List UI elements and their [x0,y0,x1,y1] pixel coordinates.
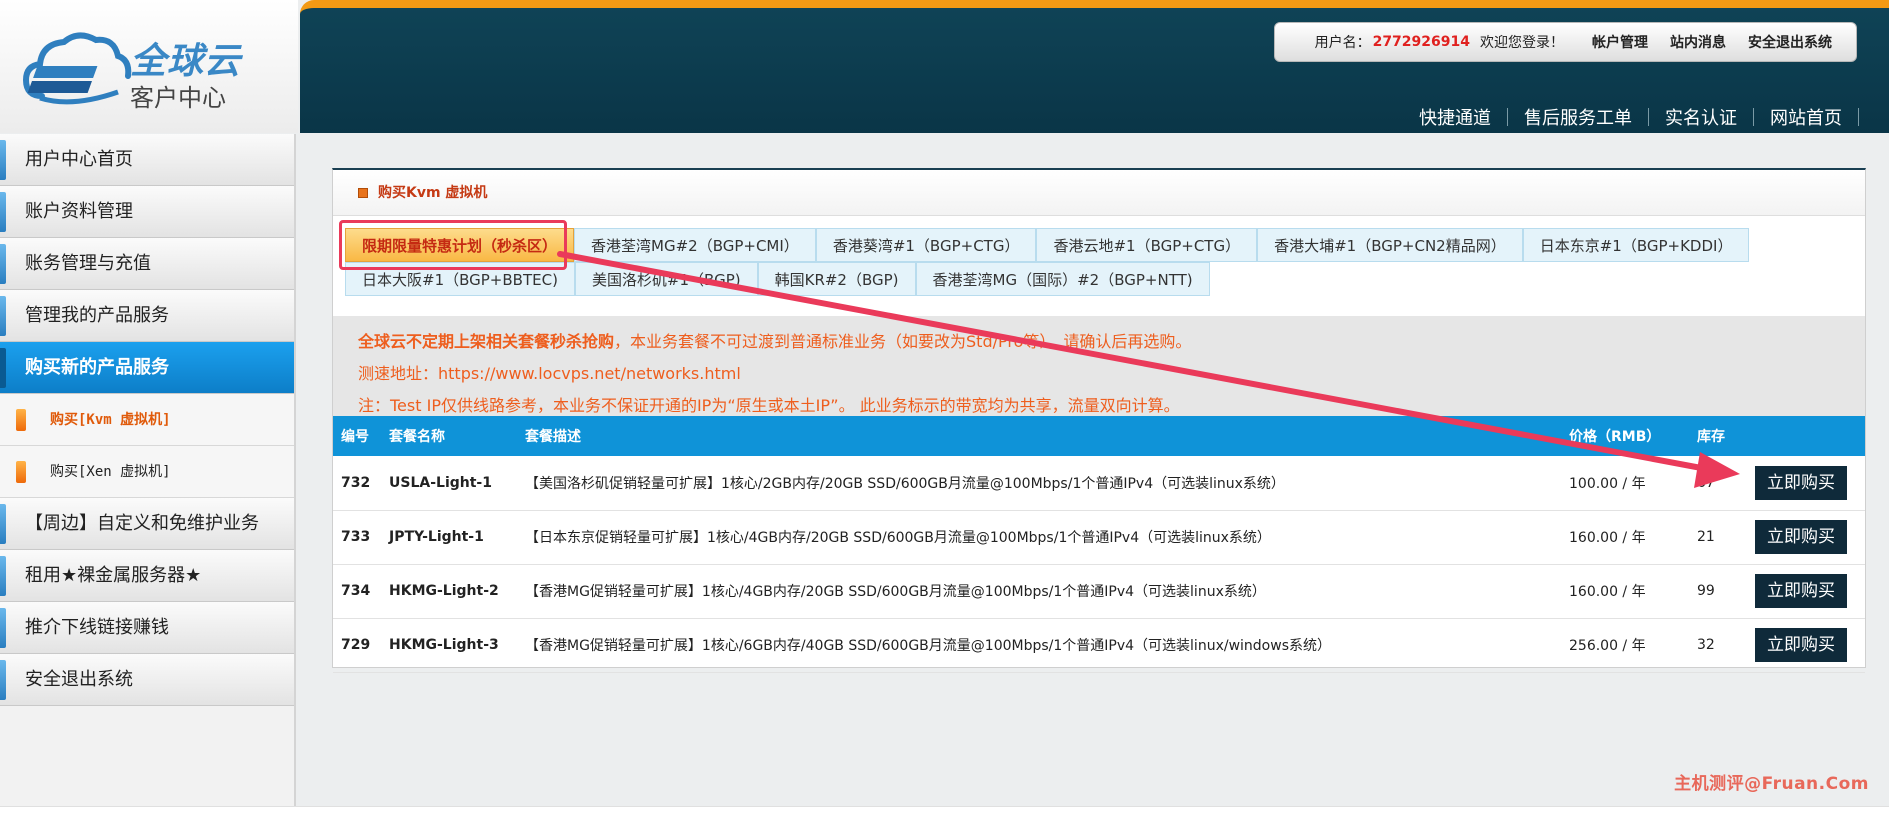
buy-now-button[interactable]: 立即购买 [1755,574,1847,608]
col-id: 编号 [341,429,369,445]
tab-hk-kwaiwan-1[interactable]: 香港葵湾#1（BGP+CTG） [815,228,1037,262]
tab-flash-sale[interactable]: 限期限量特惠计划（秒杀区） [345,228,575,262]
row-price: 160.00 / 年 [1561,564,1689,619]
brand-title: 全球云 [130,41,242,82]
row-desc: 【美国洛杉矶促销轻量可扩展】1核心/2GB内存/20GB SSD/600GB月流… [517,456,1561,511]
tab-hk-taipo-1[interactable]: 香港大埔#1（BGP+CN2精品网） [1257,228,1523,262]
square-bullet-icon [358,188,368,198]
row-id: 733 [333,510,381,565]
sidebar-sub-label: 购买[Xen 虚拟机] [50,464,171,480]
bottom-strip [0,806,1889,820]
row-action: 立即购买 [1747,618,1865,673]
logout-link[interactable]: 安全退出系统 [1748,32,1832,52]
row-stock: 32 [1689,618,1747,673]
col-desc: 套餐描述 [525,429,581,445]
sidebar-item-bare-metal[interactable]: 租用★裸金属服务器★ [0,550,294,602]
buy-now-button[interactable]: 立即购买 [1755,520,1847,554]
row-id: 734 [333,564,381,619]
site-messages-link[interactable]: 站内消息 [1670,32,1726,52]
notice-line-2: 测速地址：https://www.locvps.net/networks.htm… [358,364,741,383]
row-id: 732 [333,456,381,511]
tab-hk-cloud-1[interactable]: 香港云地#1（BGP+CTG） [1036,228,1258,262]
row-price: 256.00 / 年 [1561,618,1689,673]
row-desc: 【香港MG促销轻量可扩展】1核心/4GB内存/20GB SSD/600GB月流量… [517,564,1561,619]
tab-kr-2[interactable]: 韩国KR#2（BGP) [757,262,916,296]
row-stock: 99 [1689,564,1747,619]
account-management-link[interactable]: 帐户管理 [1592,32,1648,52]
row-action: 立即购买 [1747,456,1865,511]
user-id: 2772926914 [1372,34,1470,50]
col-stock: 库存 [1697,429,1725,445]
row-name: USLA-Light-1 [381,456,517,511]
orange-bar-icon [16,409,26,431]
sidebar-item-peripheral[interactable]: 【周边】自定义和免维护业务 [0,498,294,550]
tab-jp-tokyo-1[interactable]: 日本东京#1（BGP+KDDI） [1522,228,1750,262]
tab-hk-mg-intl-2[interactable]: 香港荃湾MG（国际）#2（BGP+NTT) [915,262,1210,296]
panel-title: 购买Kvm 虚拟机 [333,170,1865,216]
sidebar-item-buy-products[interactable]: 购买新的产品服务 [0,342,294,394]
table-row: 729 HKMG-Light-3 【香港MG促销轻量可扩展】1核心/6GB内存/… [333,618,1865,673]
row-stock: 21 [1689,510,1747,565]
panel-title-text: 购买Kvm 虚拟机 [378,185,488,201]
row-action: 立即购买 [1747,510,1865,565]
table-row: 733 JPTY-Light-1 【日本东京促销轻量可扩展】1核心/4GB内存/… [333,510,1865,565]
top-nav: 快捷通道 售后服务工单 实名认证 网站首页 [1403,104,1859,130]
top-header: 用户名： 2772926914 欢迎您登录！ 帐户管理 站内消息 安全退出系统 … [300,0,1889,133]
tab-jp-osaka-1[interactable]: 日本大阪#1（BGP+BBTEC) [345,262,575,296]
col-name: 套餐名称 [389,429,445,445]
sidebar-sub-buy-kvm[interactable]: 购买[Kvm 虚拟机] [0,394,294,446]
notice-rest: ，本业务套餐不可过渡到普通标准业务（如要改为Std/Pro等），请确认后再选购。 [614,332,1192,351]
notice-box: 全球云不定期上架相关套餐秒杀抢购，本业务套餐不可过渡到普通标准业务（如要改为St… [333,316,1865,416]
notice-line-1: 全球云不定期上架相关套餐秒杀抢购，本业务套餐不可过渡到普通标准业务（如要改为St… [358,326,1840,358]
tab-row: 日本大阪#1（BGP+BBTEC) 美国洛杉矶#1（BGP) 韩国KR#2（BG… [345,262,1865,296]
nav-divider [1858,108,1859,126]
sidebar-sub-label: 购买[Kvm 虚拟机] [50,412,171,428]
orange-bar-icon [16,461,26,483]
row-action: 立即购买 [1747,564,1865,619]
row-desc: 【日本东京促销轻量可扩展】1核心/4GB内存/20GB SSD/600GB月流量… [517,510,1561,565]
main-panel: 购买Kvm 虚拟机 限期限量特惠计划（秒杀区） 香港荃湾MG#2（BGP+CMI… [332,168,1866,673]
logo[interactable]: 全球云 客户中心 [0,0,298,133]
user-label: 用户名： [1314,35,1371,51]
watermark: 主机测评@Fruan.Com [1674,774,1869,794]
plans-table: 编号 套餐名称 套餐描述 价格（RMB） 库存 732 USLA-Light-1… [333,416,1865,673]
row-price: 160.00 / 年 [1561,510,1689,565]
row-name: JPTY-Light-1 [381,510,517,565]
row-name: HKMG-Light-3 [381,618,517,673]
row-name: HKMG-Light-2 [381,564,517,619]
sidebar-item-billing[interactable]: 账务管理与充值 [0,238,294,290]
sidebar-item-referral[interactable]: 推介下线链接赚钱 [0,602,294,654]
region-tabs: 限期限量特惠计划（秒杀区） 香港荃湾MG#2（BGP+CMI） 香港葵湾#1（B… [333,216,1865,316]
nav-website-home[interactable]: 网站首页 [1754,104,1858,130]
table-row: 734 HKMG-Light-2 【香港MG促销轻量可扩展】1核心/4GB内存/… [333,564,1865,619]
cloud-logo-icon [22,32,132,105]
row-price: 100.00 / 年 [1561,456,1689,511]
tab-us-la-1[interactable]: 美国洛杉矶#1（BGP) [574,262,758,296]
nav-service-ticket[interactable]: 售后服务工单 [1508,104,1648,130]
tab-row: 限期限量特惠计划（秒杀区） 香港荃湾MG#2（BGP+CMI） 香港葵湾#1（B… [345,228,1865,262]
tab-hk-tsuenwan-mg2[interactable]: 香港荃湾MG#2（BGP+CMI） [574,228,816,262]
nav-quick-access[interactable]: 快捷通道 [1403,104,1507,130]
sidebar-item-account-profile[interactable]: 账户资料管理 [0,186,294,238]
sidebar-sub-buy-xen[interactable]: 购买[Xen 虚拟机] [0,446,294,498]
sidebar-item-home[interactable]: 用户中心首页 [0,134,294,186]
buy-now-button[interactable]: 立即购买 [1755,465,1847,500]
table-row: 732 USLA-Light-1 【美国洛杉矶促销轻量可扩展】1核心/2GB内存… [333,456,1865,511]
row-id: 729 [333,618,381,673]
col-price: 价格（RMB） [1569,429,1661,445]
sidebar: 用户中心首页 账户资料管理 账务管理与充值 管理我的产品服务 购买新的产品服务 … [0,134,296,820]
sidebar-item-my-products[interactable]: 管理我的产品服务 [0,290,294,342]
user-bar: 用户名： 2772926914 欢迎您登录！ 帐户管理 站内消息 安全退出系统 [1273,22,1857,62]
nav-real-name-auth[interactable]: 实名认证 [1649,104,1753,130]
table-header-row: 编号 套餐名称 套餐描述 价格（RMB） 库存 [333,416,1865,456]
row-desc: 【香港MG促销轻量可扩展】1核心/6GB内存/40GB SSD/600GB月流量… [517,618,1561,673]
notice-strong: 全球云不定期上架相关套餐秒杀抢购 [358,332,615,351]
col-action [1747,416,1865,456]
welcome-text: 欢迎您登录！ [1480,35,1564,51]
row-stock: 67 [1689,456,1747,511]
brand-subtitle: 客户中心 [130,84,226,112]
buy-now-button[interactable]: 立即购买 [1755,628,1847,662]
sidebar-item-logout[interactable]: 安全退出系统 [0,654,294,706]
